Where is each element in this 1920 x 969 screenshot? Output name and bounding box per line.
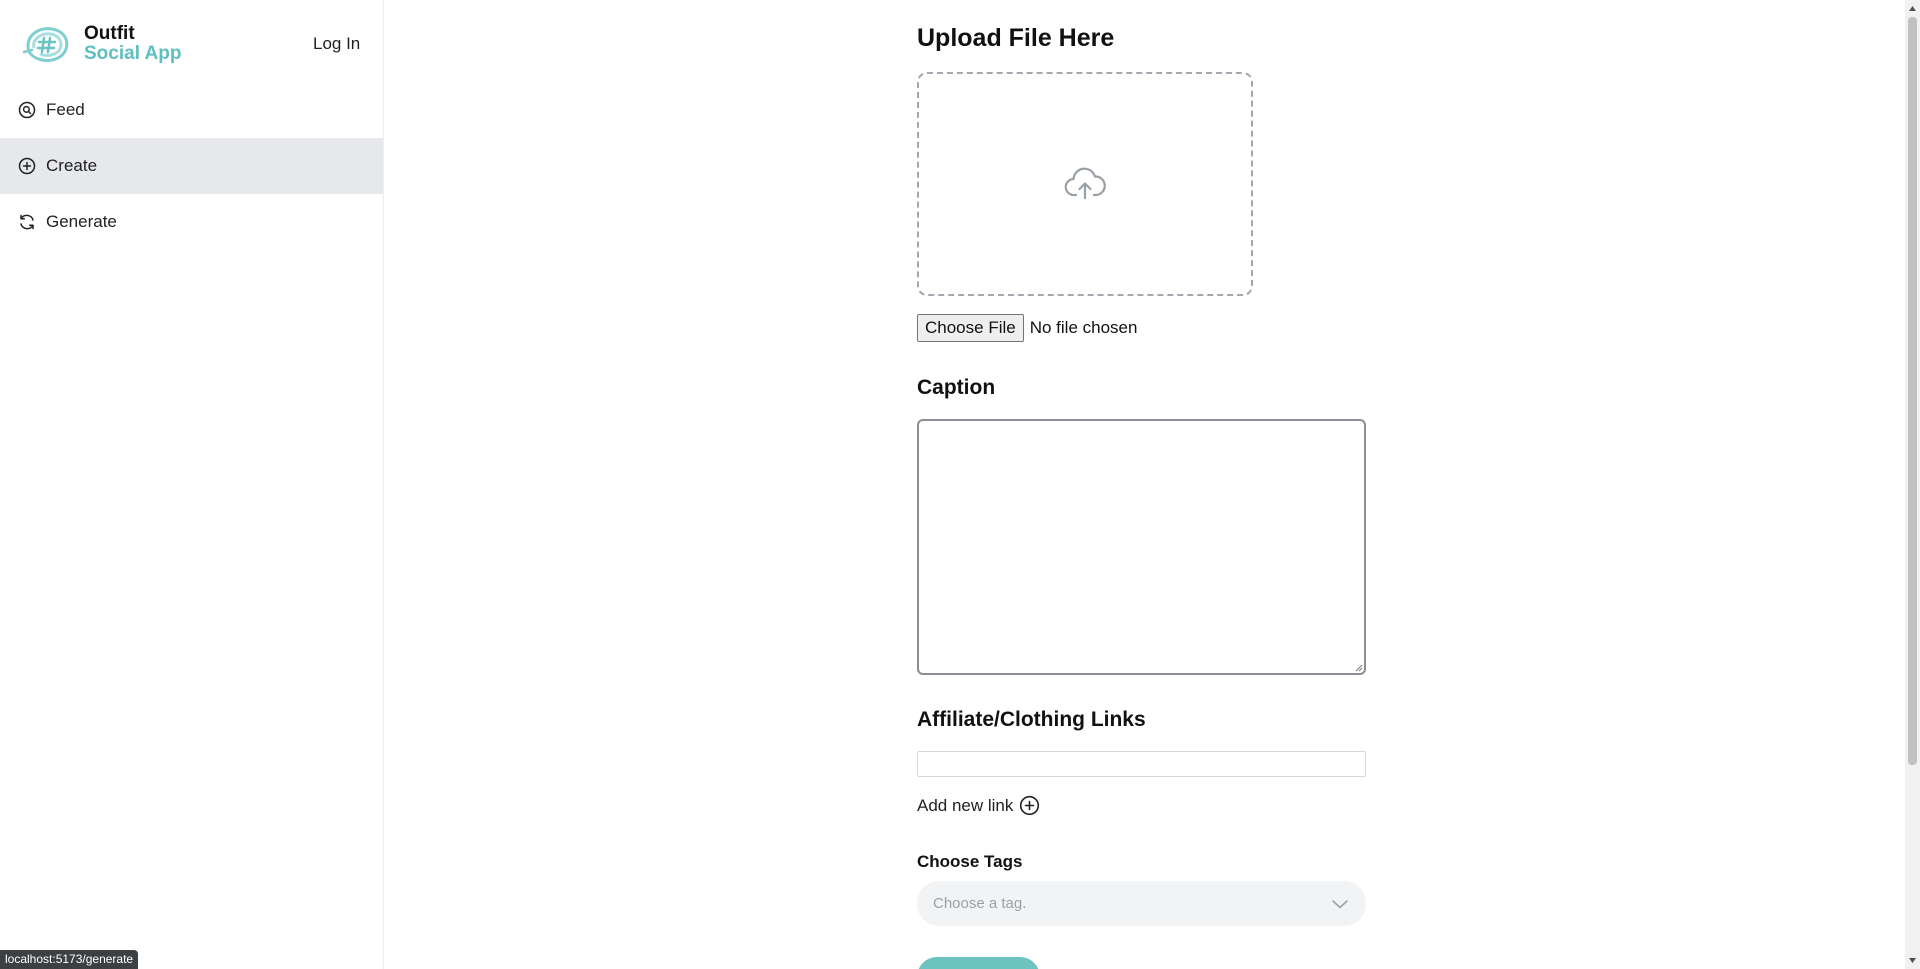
status-bar-url: localhost:5173/generate [0,950,139,969]
resize-grip-icon[interactable] [1355,664,1363,672]
brand-text: Outfit Social App [84,24,181,64]
file-status: No file chosen [1029,318,1138,337]
page-scrollbar[interactable] [1905,0,1920,969]
sidebar-item-label: Create [46,156,98,175]
brand-name: Outfit [84,23,135,44]
caption-textarea[interactable] [917,419,1366,675]
scroll-down-arrow-icon[interactable] [1905,952,1920,969]
file-input-row: Choose File No file chosen [917,314,1137,342]
chevron-down-icon [1332,899,1348,908]
sidebar-nav: Feed Create Generate [0,82,383,250]
sidebar-item-generate[interactable]: Generate [0,194,383,250]
brand[interactable]: Outfit Social App [22,22,181,66]
links-label: Affiliate/Clothing Links [917,708,1146,731]
link-input[interactable] [917,751,1366,777]
scrollbar-thumb[interactable] [1908,17,1917,765]
file-dropzone[interactable] [917,72,1253,296]
tag-select[interactable]: Choose a tag. [917,881,1366,926]
caption-label: Caption [917,376,996,399]
sidebar-item-create[interactable]: Create [0,138,383,194]
refresh-icon [18,213,36,231]
tags-label: Choose Tags [917,852,1023,871]
sidebar: Outfit Social App Log In Feed Create Gen… [0,0,384,969]
add-link-button[interactable]: Add new link [917,795,1040,816]
sidebar-item-label: Feed [46,100,85,119]
cloud-upload-icon [1064,167,1106,200]
tag-select-placeholder: Choose a tag. [933,895,1027,912]
search-circle-icon [18,101,36,119]
sidebar-item-label: Generate [46,212,117,231]
plus-circle-icon [18,157,36,175]
plus-circle-icon [1020,795,1040,816]
upload-title: Upload File Here [917,24,1115,52]
add-link-label: Add new link [917,795,1014,815]
brand-subtitle: Social App [84,43,182,64]
sidebar-item-feed[interactable]: Feed [0,82,383,138]
submit-button[interactable] [917,957,1040,969]
choose-file-button[interactable]: Choose File [917,314,1024,342]
brand-logo-icon [22,27,69,62]
login-link[interactable]: Log In [313,34,360,54]
scroll-up-arrow-icon[interactable] [1905,0,1920,17]
app-root: Outfit Social App Log In Feed Create Gen… [0,0,1920,969]
